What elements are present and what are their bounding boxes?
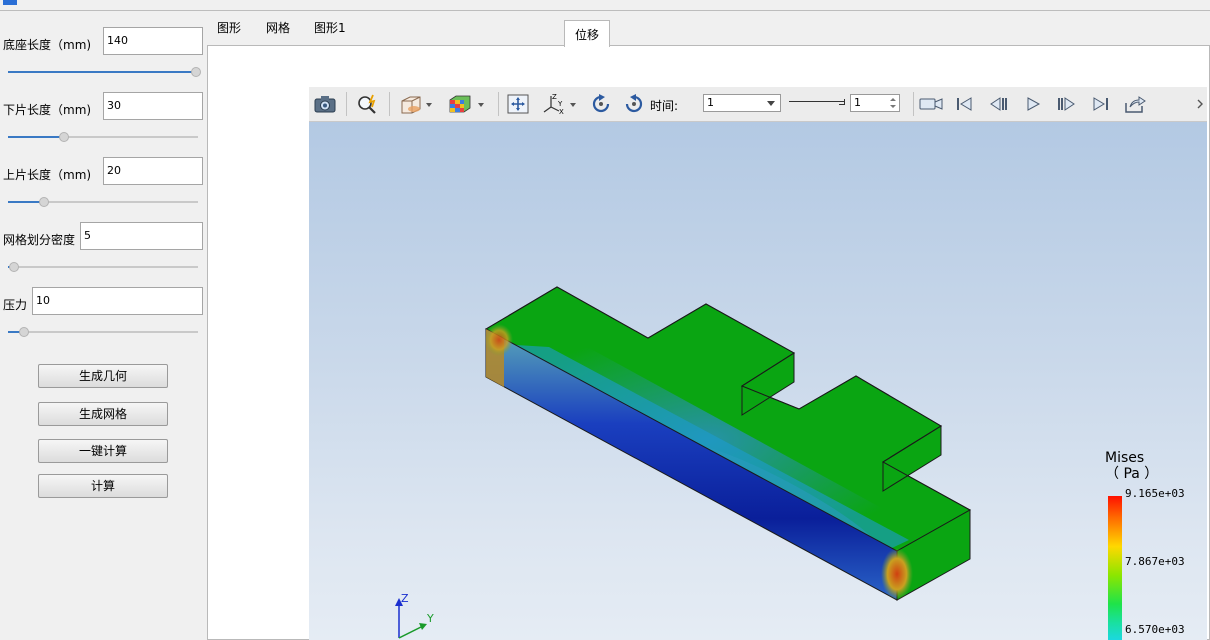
- viewer-toolbar: ZYX 时间: 1 1: [309, 87, 1207, 122]
- svg-text:Y: Y: [557, 100, 563, 108]
- camera-icon[interactable]: [313, 93, 337, 115]
- svg-text:X: X: [559, 108, 564, 115]
- record-icon[interactable]: [919, 93, 943, 115]
- last-frame-icon[interactable]: [1091, 93, 1111, 115]
- step-spinbox[interactable]: 1: [850, 94, 900, 112]
- pressure-label: 压力: [3, 298, 28, 312]
- first-frame-icon[interactable]: [954, 93, 974, 115]
- time-dropdown[interactable]: 1: [703, 94, 781, 112]
- time-slider[interactable]: [789, 99, 845, 105]
- mesh-density-label: 网格划分密度: [3, 233, 76, 247]
- next-frame-icon[interactable]: [1056, 93, 1078, 115]
- toolbar-overflow-icon[interactable]: [1195, 93, 1205, 115]
- play-icon[interactable]: [1023, 93, 1043, 115]
- prev-frame-icon[interactable]: [987, 93, 1009, 115]
- tab-mesh[interactable]: 网格: [266, 19, 290, 36]
- base-length-slider[interactable]: [8, 67, 201, 77]
- slider-handle[interactable]: [19, 327, 29, 337]
- slider-handle[interactable]: [191, 67, 201, 77]
- axis-y-label: Y: [426, 612, 434, 625]
- parameter-panel: 底座长度（mm) 140 下片长度（mm) 30 上片长度（mm) 20 网格划…: [0, 11, 207, 640]
- app-icon: [3, 0, 17, 5]
- mesh-density-input[interactable]: 5: [80, 222, 203, 250]
- tab-geometry1[interactable]: 图形1: [314, 19, 346, 36]
- zoom-icon[interactable]: [355, 93, 381, 115]
- color-legend: Mises （ Pa ） 9.165e+03 7.867e+03 6.570e+…: [1105, 450, 1205, 640]
- slider-handle[interactable]: [9, 262, 19, 272]
- lower-length-slider[interactable]: [8, 132, 198, 142]
- legend-colorbar: [1108, 496, 1122, 640]
- upper-length-slider[interactable]: [8, 197, 198, 207]
- pressure-slider[interactable]: [8, 327, 198, 337]
- base-length-input[interactable]: 140: [103, 27, 203, 55]
- legend-mid: 7.867e+03: [1125, 555, 1185, 568]
- stress-model: [484, 286, 972, 601]
- upper-length-label: 上片长度（mm): [3, 168, 92, 182]
- base-length-label: 底座长度（mm): [3, 38, 92, 52]
- lower-length-input[interactable]: 30: [103, 92, 203, 120]
- color-cube-icon[interactable]: [445, 93, 489, 115]
- step-value: 1: [854, 96, 861, 109]
- chevron-down-icon: [767, 101, 775, 106]
- slider-handle[interactable]: [59, 132, 69, 142]
- axis-z-label: Z: [401, 592, 409, 605]
- upper-length-input[interactable]: 20: [103, 157, 203, 185]
- one-click-compute-button[interactable]: 一键计算: [38, 439, 168, 463]
- display-style-icon[interactable]: [397, 93, 435, 115]
- rotate-ccw-icon[interactable]: [622, 93, 646, 115]
- generate-mesh-button[interactable]: 生成网格: [38, 402, 168, 426]
- render-viewport[interactable]: Z Y: [309, 122, 1207, 640]
- time-value: 1: [707, 96, 714, 109]
- legend-title-line1: Mises: [1105, 450, 1145, 466]
- fit-view-icon[interactable]: [506, 93, 530, 115]
- axes-icon[interactable]: ZYX: [540, 93, 580, 115]
- tab-bar: 图形 网格 图形1 位移: [207, 11, 1210, 47]
- legend-title: Mises （ Pa ）: [1105, 450, 1158, 482]
- pressure-input[interactable]: 10: [32, 287, 203, 315]
- mesh-density-slider[interactable]: [8, 262, 198, 272]
- generate-geometry-button[interactable]: 生成几何: [38, 364, 168, 388]
- tab-geometry[interactable]: 图形: [217, 19, 241, 36]
- tab-displacement[interactable]: 位移: [564, 20, 610, 47]
- export-icon[interactable]: [1124, 93, 1146, 115]
- lower-length-label: 下片长度（mm): [3, 103, 92, 117]
- svg-text:Z: Z: [552, 93, 557, 101]
- window-titlebar: [0, 0, 1210, 11]
- slider-handle[interactable]: [39, 197, 49, 207]
- axis-triad: Z Y: [395, 592, 434, 639]
- spin-arrows-icon: [890, 98, 896, 108]
- legend-max: 9.165e+03: [1125, 487, 1185, 500]
- rotate-cw-icon[interactable]: [589, 93, 613, 115]
- time-label: 时间:: [650, 99, 679, 113]
- compute-button[interactable]: 计算: [38, 474, 168, 498]
- legend-min: 6.570e+03: [1125, 623, 1185, 636]
- legend-title-line2: （ Pa ）: [1105, 466, 1159, 482]
